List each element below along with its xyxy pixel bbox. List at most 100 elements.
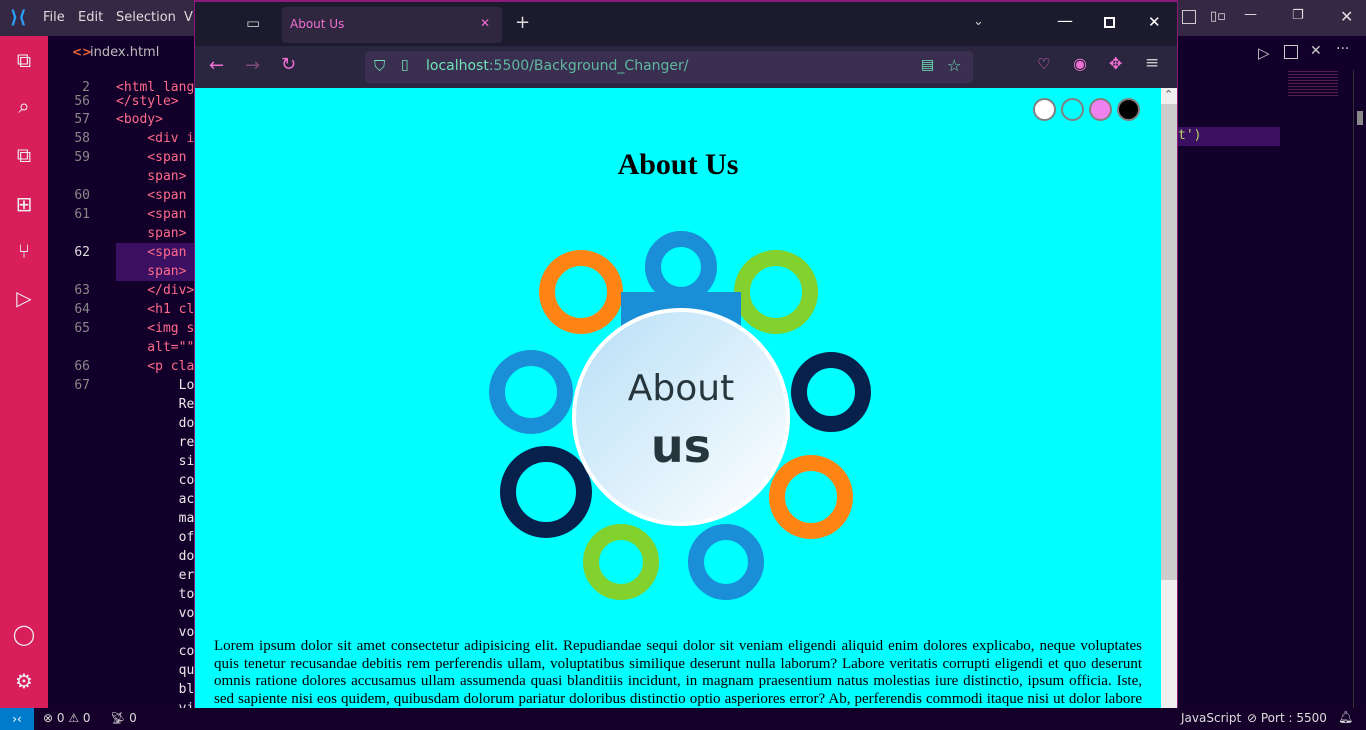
editor-tab-index-html[interactable]: index.html bbox=[90, 45, 159, 60]
bookmark-star-icon[interactable]: ☆ bbox=[947, 56, 961, 75]
about-us-image: About us bbox=[489, 231, 871, 600]
port-label: Port : 5500 bbox=[1260, 711, 1327, 725]
minimize-button[interactable]: — bbox=[1244, 7, 1257, 22]
forward-icon[interactable]: → bbox=[245, 55, 260, 76]
line-number: 64 bbox=[74, 302, 90, 317]
minimap[interactable] bbox=[1288, 69, 1338, 97]
menu-file[interactable]: File bbox=[43, 10, 65, 25]
code-line: co bbox=[116, 644, 195, 659]
pocket-icon[interactable]: ♡ bbox=[1037, 55, 1050, 73]
close-editor-icon[interactable]: ✕ bbox=[1310, 43, 1322, 59]
language-mode[interactable]: JavaScript bbox=[1181, 711, 1241, 725]
code-line: <body> bbox=[116, 112, 163, 127]
code-line: span> bbox=[116, 264, 187, 279]
notifications-bell-icon[interactable]: 🔔︎ bbox=[1338, 710, 1353, 724]
color-option-0[interactable] bbox=[1033, 98, 1056, 121]
close-tab-icon[interactable]: ✕ bbox=[480, 16, 490, 30]
reload-icon[interactable]: ↻ bbox=[281, 54, 296, 75]
menu-edit[interactable]: Edit bbox=[78, 10, 103, 25]
live-server-status[interactable]: ⊘ Port : 5500 bbox=[1247, 711, 1327, 725]
extensions-icon[interactable]: ✥ bbox=[1109, 54, 1122, 73]
code-line: er bbox=[116, 568, 195, 583]
line-number: 56 bbox=[74, 94, 90, 109]
settings-gear-icon[interactable]: ⚙ bbox=[12, 669, 36, 693]
code-line: qu bbox=[116, 663, 195, 678]
browser-maximize-button[interactable] bbox=[1104, 17, 1115, 28]
tab-title: About Us bbox=[290, 17, 345, 31]
search-icon[interactable]: ⌕ bbox=[12, 94, 36, 118]
line-number: 58 bbox=[74, 131, 90, 146]
browser-tab-about-us[interactable]: About Us ✕ bbox=[282, 7, 502, 43]
problems-status[interactable]: ⊗ 0 ⚠ 0 bbox=[43, 711, 91, 725]
editor-scrollbar[interactable] bbox=[1353, 70, 1366, 710]
account-icon[interactable]: ◯ bbox=[12, 622, 36, 646]
shield-icon[interactable]: ⛉ bbox=[374, 57, 385, 75]
code-line: span> bbox=[116, 169, 187, 184]
restore-button[interactable]: ❐ bbox=[1292, 8, 1304, 23]
browser-tab-strip: ▭ About Us ✕ + ⌄ — ✕ bbox=[195, 2, 1177, 46]
page-icon: ▯ bbox=[401, 57, 409, 73]
code-line: re bbox=[116, 435, 195, 450]
back-icon[interactable]: ← bbox=[209, 55, 224, 76]
code-line: <span bbox=[116, 245, 195, 260]
page-heading: About Us bbox=[617, 148, 739, 181]
copy-icon[interactable]: ⧉ bbox=[12, 143, 36, 167]
menu-icon[interactable]: ≡ bbox=[1145, 53, 1159, 73]
image-center-circle bbox=[572, 308, 790, 526]
explorer-icon[interactable]: ⧉ bbox=[12, 48, 36, 72]
browser-close-button[interactable]: ✕ bbox=[1148, 13, 1161, 31]
image-text-us: us bbox=[651, 419, 711, 473]
page-scrollbar[interactable]: ⌃ bbox=[1161, 88, 1177, 722]
code-line: bl bbox=[116, 682, 195, 697]
person-bottom-2 bbox=[688, 524, 764, 600]
line-number: 65 bbox=[74, 321, 90, 336]
code-line: span> bbox=[116, 226, 187, 241]
code-line: of bbox=[116, 530, 195, 545]
remote-button[interactable]: ›‹ bbox=[0, 708, 34, 730]
new-tab-icon[interactable]: + bbox=[515, 12, 530, 33]
split-editor-icon[interactable] bbox=[1284, 45, 1298, 59]
url-bar[interactable]: ⛉ ▯ localhost:5500/Background_Changer/ ▤… bbox=[365, 51, 973, 83]
scroll-thumb[interactable] bbox=[1161, 104, 1177, 580]
run-debug-icon[interactable]: ▷ bbox=[12, 286, 36, 310]
menu-view[interactable]: V bbox=[184, 10, 193, 25]
code-line: Re bbox=[116, 397, 195, 412]
close-window-button[interactable]: ✕ bbox=[1340, 7, 1353, 26]
run-icon[interactable]: ▷ bbox=[1258, 44, 1270, 62]
color-option-1[interactable] bbox=[1061, 98, 1084, 121]
source-control-icon[interactable]: ⑂ bbox=[12, 239, 36, 263]
code-line: <span bbox=[116, 188, 195, 203]
code-line: Lo bbox=[116, 378, 195, 393]
page-content: About Us About us Lorem ipsum dolor sit … bbox=[195, 88, 1161, 722]
url-text[interactable]: localhost:5500/Background_Changer/ bbox=[426, 58, 689, 74]
code-line: </div> bbox=[116, 283, 195, 298]
code-line: vo bbox=[116, 625, 195, 640]
scroll-up-icon[interactable]: ⌃ bbox=[1164, 88, 1173, 101]
extensions-icon[interactable]: ⊞ bbox=[12, 192, 36, 216]
color-option-3[interactable] bbox=[1117, 98, 1140, 121]
person-left bbox=[489, 350, 573, 434]
line-number: 60 bbox=[74, 188, 90, 203]
person-bottom bbox=[583, 524, 659, 600]
account-icon[interactable]: ◉ bbox=[1073, 54, 1087, 73]
more-actions-icon[interactable]: ··· bbox=[1336, 41, 1349, 57]
code-line: ma bbox=[116, 511, 195, 526]
code-line: <html lang bbox=[116, 80, 195, 95]
person-top-right bbox=[734, 250, 818, 334]
firefox-view-icon[interactable]: ▭ bbox=[246, 14, 260, 32]
warning-count: 0 bbox=[82, 711, 91, 725]
person-right bbox=[791, 352, 871, 432]
toggle-panel-icon[interactable] bbox=[1182, 10, 1196, 24]
url-host: localhost bbox=[426, 58, 489, 74]
ports-status[interactable]: 📡︎ 0 bbox=[110, 711, 137, 725]
layout-icon[interactable]: ▯▫ bbox=[1210, 9, 1226, 24]
browser-minimize-button[interactable]: — bbox=[1057, 11, 1073, 30]
line-number: 57 bbox=[74, 112, 90, 127]
color-option-2[interactable] bbox=[1089, 98, 1112, 121]
list-tabs-icon[interactable]: ⌄ bbox=[973, 14, 984, 29]
code-line: <img s bbox=[116, 321, 195, 336]
code-line: </style> bbox=[116, 94, 179, 109]
menu-selection[interactable]: Selection bbox=[116, 10, 176, 25]
reader-view-icon[interactable]: ▤ bbox=[921, 57, 934, 73]
code-line: to bbox=[116, 587, 195, 602]
